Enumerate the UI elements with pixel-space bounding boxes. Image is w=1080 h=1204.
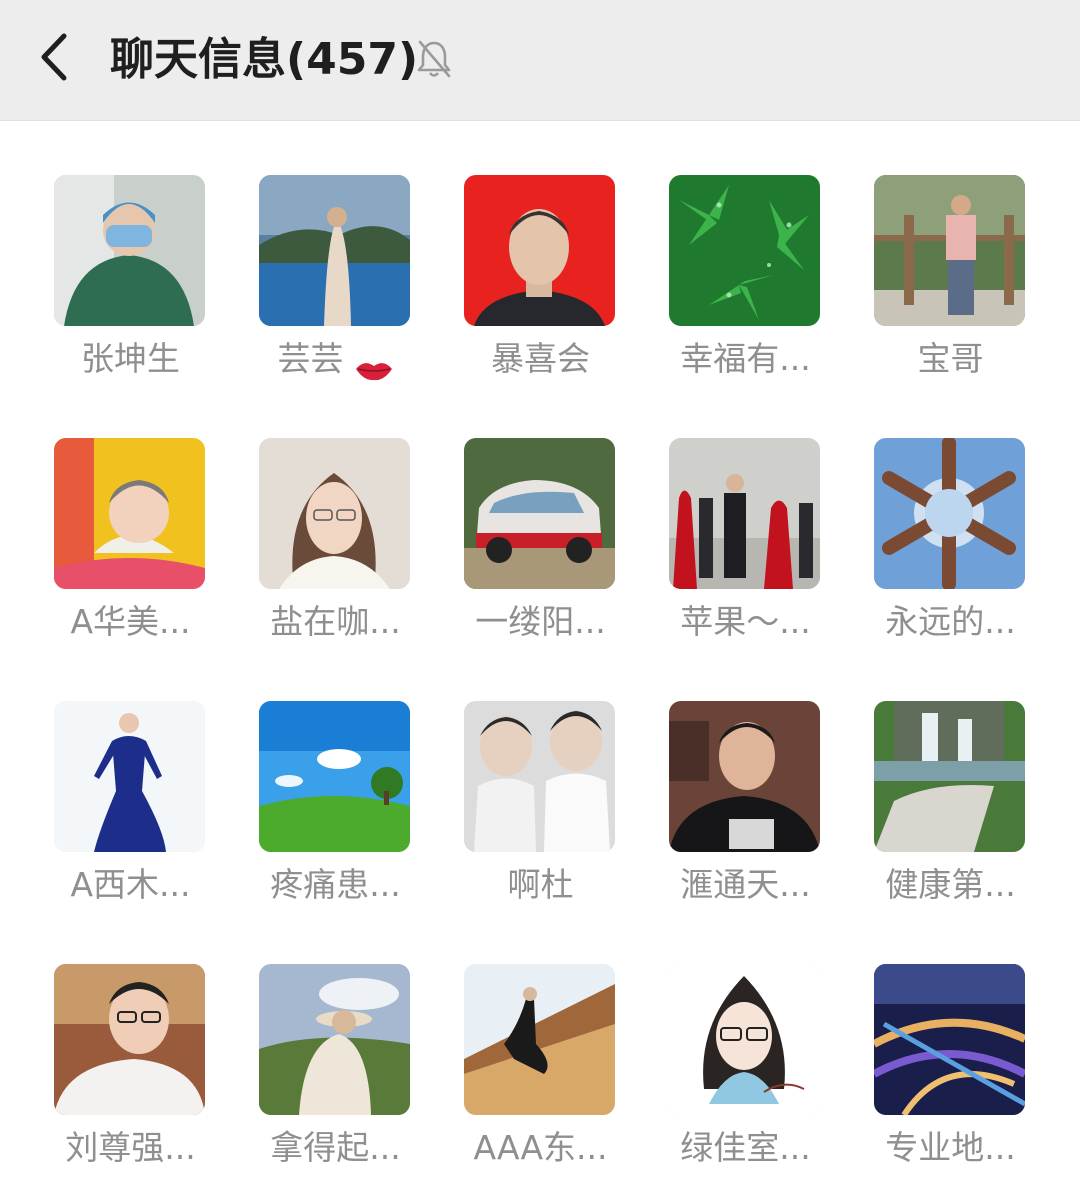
chevron-left-icon[interactable] [34, 28, 78, 86]
avatar [669, 964, 820, 1115]
member-item[interactable]: AAA东... [438, 964, 643, 1204]
top-bar: 聊天信息(457) [0, 0, 1080, 121]
avatar [874, 701, 1025, 852]
member-item[interactable]: 专业地... [848, 964, 1053, 1204]
member-name: 啊杜 [507, 865, 574, 904]
member-name: 盐在咖... [270, 602, 401, 641]
member-item[interactable]: 盐在咖... [233, 438, 438, 678]
avatar [669, 701, 820, 852]
member-item[interactable]: 疼痛患... [233, 701, 438, 941]
member-name: 永远的... [885, 602, 1016, 641]
member-name: 绿佳室... [680, 1128, 811, 1167]
member-item[interactable]: 张坤生 [28, 175, 233, 415]
avatar [464, 964, 615, 1115]
avatar [259, 175, 410, 326]
avatar [54, 964, 205, 1115]
member-name: 疼痛患... [270, 865, 401, 904]
member-item[interactable]: A华美... [28, 438, 233, 678]
member-name: 芸芸 [233, 335, 438, 383]
avatar [874, 175, 1025, 326]
member-name: A华美... [70, 602, 191, 641]
avatar [259, 964, 410, 1115]
avatar [54, 438, 205, 589]
member-item[interactable]: 健康第... [848, 701, 1053, 941]
member-item[interactable]: 一缕阳... [438, 438, 643, 678]
member-item[interactable]: 宝哥 [848, 175, 1053, 415]
member-name: 暴喜会 [491, 339, 590, 378]
member-name: 刘尊强... [65, 1128, 196, 1167]
member-item[interactable]: 滙通天... [643, 701, 848, 941]
member-name: 健康第... [885, 865, 1016, 904]
member-name: 苹果～... [680, 602, 811, 641]
member-name: 幸福有... [680, 339, 811, 378]
avatar [54, 701, 205, 852]
avatar [464, 175, 615, 326]
bell-off-icon [414, 38, 454, 80]
member-item[interactable]: 幸福有... [643, 175, 848, 415]
member-item[interactable]: 拿得起... [233, 964, 438, 1204]
member-name: 一缕阳... [475, 602, 606, 641]
member-name: 拿得起... [270, 1128, 401, 1167]
lips-icon [354, 348, 394, 380]
avatar [259, 438, 410, 589]
member-name: 专业地... [885, 1128, 1016, 1167]
member-item[interactable]: 绿佳室... [643, 964, 848, 1204]
page-title: 聊天信息(457) [110, 34, 419, 85]
member-item[interactable]: 刘尊强... [28, 964, 233, 1204]
member-item[interactable]: 苹果～... [643, 438, 848, 678]
member-grid: 张坤生 芸芸 暴喜会 幸福有... 宝哥 A华美... 盐在咖... 一缕阳..… [0, 120, 1080, 1196]
avatar [259, 701, 410, 852]
member-item[interactable]: A西木... [28, 701, 233, 941]
member-item[interactable]: 芸芸 [233, 175, 438, 415]
member-name: AAA东... [473, 1128, 608, 1167]
member-item[interactable]: 暴喜会 [438, 175, 643, 415]
avatar [464, 438, 615, 589]
avatar [874, 438, 1025, 589]
avatar [669, 175, 820, 326]
avatar [464, 701, 615, 852]
member-name: 张坤生 [81, 339, 180, 378]
avatar [874, 964, 1025, 1115]
avatar [54, 175, 205, 326]
member-name: A西木... [70, 865, 191, 904]
member-item[interactable]: 永远的... [848, 438, 1053, 678]
member-item[interactable]: 啊杜 [438, 701, 643, 941]
member-name: 宝哥 [917, 339, 984, 378]
avatar [669, 438, 820, 589]
member-name: 滙通天... [680, 865, 811, 904]
